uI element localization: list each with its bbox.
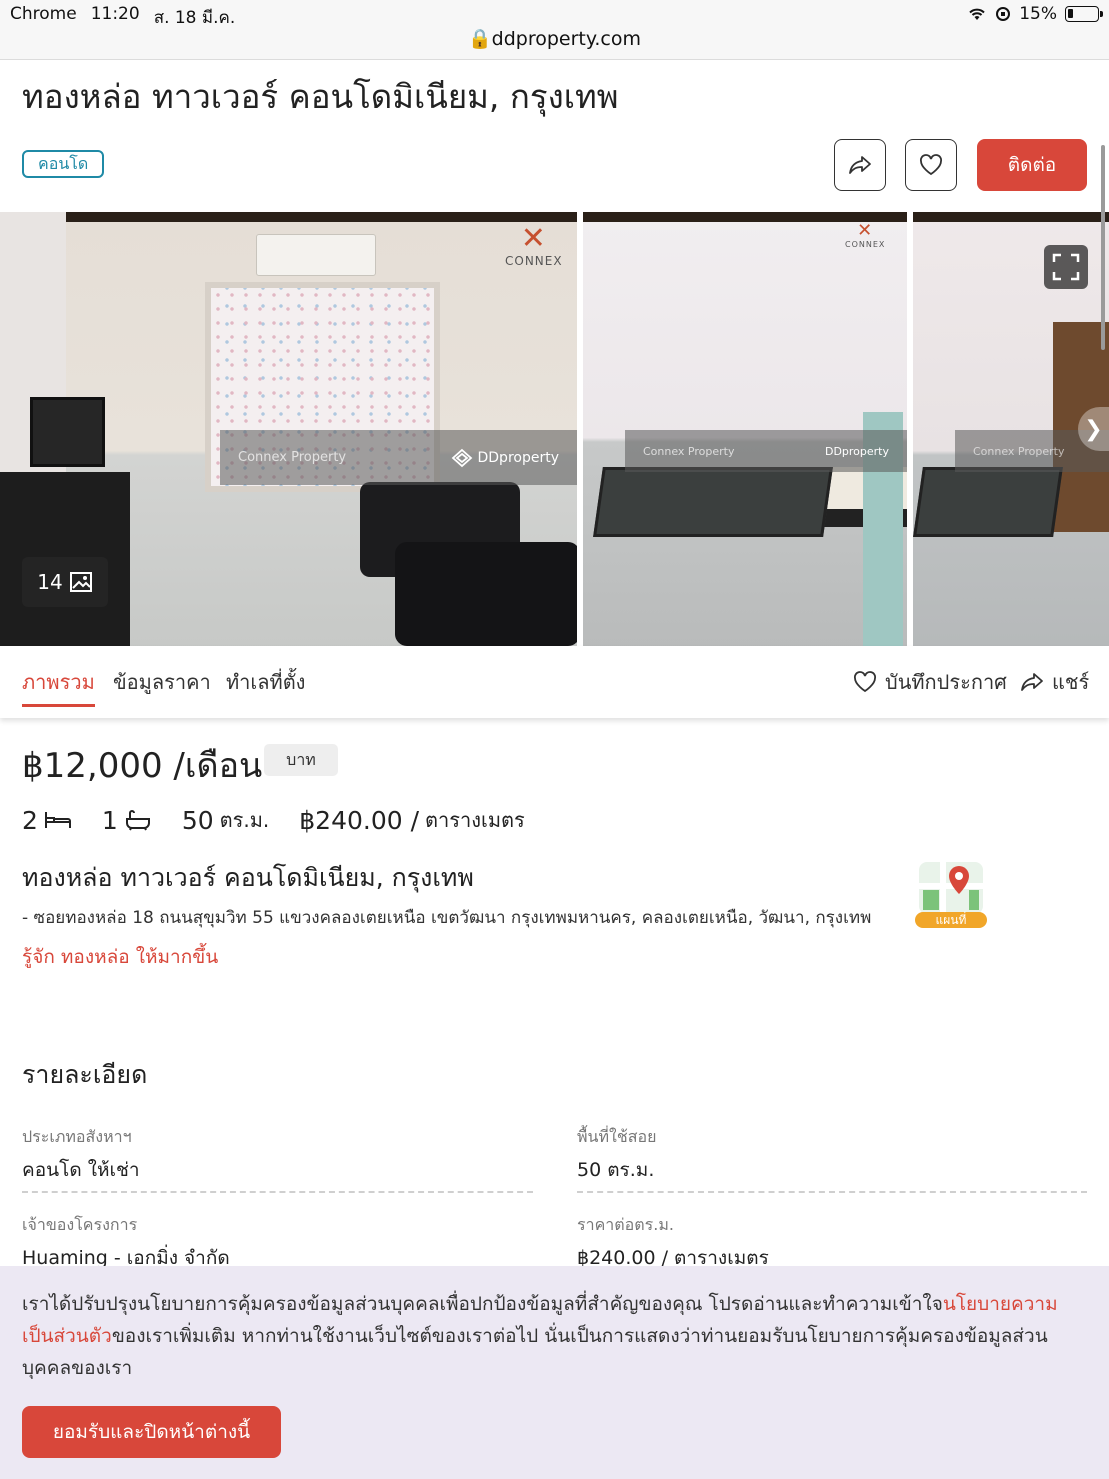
save-listing-button[interactable]: บันทึกประกาศ <box>853 666 1007 698</box>
favorite-button[interactable] <box>905 139 957 191</box>
property-type-tag: คอนโด <box>22 150 105 178</box>
rent-price: ฿12,000 /เดือน <box>22 746 263 786</box>
map-button[interactable]: แผนที่ <box>913 856 989 930</box>
address-title: ทองหล่อ ทาวเวอร์ คอนโดมิเนียม, กรุงเทพ <box>22 863 474 892</box>
details-heading: รายละเอียด <box>22 1060 148 1089</box>
privacy-notice-text: เราได้ปรับปรุงนโยบายการคุ้มครองข้อมูลส่ว… <box>22 1293 1058 1379</box>
bedroom-count: 2 <box>22 806 72 835</box>
detail-label-developer: เจ้าของโครงการ <box>22 1215 138 1234</box>
floor-area: 50 ตร.ม. <box>181 805 270 835</box>
orientation-lock-icon <box>996 7 1011 21</box>
connex-logo: ✕ CONNEX <box>845 220 886 250</box>
accept-close-button[interactable]: ยอมรับและปิดหน้าต่างนี้ <box>22 1406 281 1458</box>
bathtub-icon <box>125 810 150 831</box>
bathroom-count: 1 <box>102 806 152 835</box>
detail-value-type: คอนโด ให้เช่า <box>22 1159 140 1181</box>
tv <box>30 397 105 467</box>
watermark: Connex Property DDproperty <box>220 430 577 485</box>
detail-label-area: พื้นที่ใช้สอย <box>577 1127 657 1146</box>
divider <box>22 1191 533 1193</box>
battery-percent: 15% <box>1019 4 1057 24</box>
section-tabs: ภาพรวม ข้อมูลราคา ทำเลที่ตั้ง บันทึกประก… <box>0 646 1109 718</box>
scrollbar[interactable] <box>1101 145 1105 350</box>
ddproperty-logo-icon <box>451 448 472 467</box>
share-button[interactable] <box>834 139 886 191</box>
tab-overview[interactable]: ภาพรวม <box>22 666 95 707</box>
gallery-photo-main[interactable]: ✕ CONNEX Connex Property DDproperty 14 <box>0 212 577 646</box>
share-icon <box>849 156 871 174</box>
watermark: Connex Property DDproperty <box>625 430 907 472</box>
detail-value-area: 50 ตร.ม. <box>577 1159 655 1181</box>
lock-icon: 🔒 <box>467 28 492 50</box>
tab-location[interactable]: ทำเลที่ตั้ง <box>226 666 305 698</box>
air-conditioner <box>256 234 376 276</box>
browser-status-bar: Chrome 11:20 ส. 18 มี.ค. 15% 🔒ddproperty… <box>0 0 1109 60</box>
share-listing-button[interactable]: แชร์ <box>1020 666 1089 698</box>
photo-count-badge[interactable]: 14 <box>22 557 108 607</box>
map-label: แผนที่ <box>935 913 967 927</box>
detail-label-type: ประเภทอสังหาฯ <box>22 1127 132 1146</box>
chevron-right-icon: ❯ <box>1084 416 1103 442</box>
tab-price-info[interactable]: ข้อมูลราคา <box>113 666 211 698</box>
url-text: ddproperty.com <box>491 28 642 50</box>
privacy-cookie-banner: เราได้ปรับปรุงนโยบายการคุ้มครองข้อมูลส่ว… <box>0 1266 1109 1479</box>
wifi-icon <box>969 8 985 20</box>
share-icon <box>1021 673 1043 691</box>
gallery-photo-2[interactable]: ✕ CONNEX Connex Property DDproperty <box>583 212 907 646</box>
fullscreen-button[interactable] <box>1044 245 1088 289</box>
battery-icon <box>1065 6 1103 22</box>
expand-icon <box>1052 253 1080 281</box>
divider <box>577 1191 1087 1193</box>
contact-button[interactable]: ติดต่อ <box>977 139 1087 191</box>
listing-title: ทองหล่อ ทาวเวอร์ คอนโดมิเนียม, กรุงเทพ <box>22 77 619 116</box>
heart-icon <box>854 671 876 693</box>
address-text: - ซอยทองหล่อ 18 ถนนสุขุมวิท 55 แขวงคลองเ… <box>22 908 872 928</box>
connex-logo: ✕ CONNEX <box>505 221 563 269</box>
heart-icon <box>920 154 942 176</box>
photo-gallery[interactable]: ✕ CONNEX Connex Property DDproperty 14 ✕… <box>0 212 1109 646</box>
currency-selector[interactable]: บาท <box>264 744 338 776</box>
address-bar[interactable]: 🔒ddproperty.com <box>0 27 1109 50</box>
know-more-link[interactable]: รู้จัก ทองหล่อ ให้มากขึ้น <box>22 942 218 972</box>
property-specs: 2 1 50 ตร.ม. ฿240.00 /ตารางเมตร <box>22 804 555 836</box>
image-icon <box>69 572 92 592</box>
detail-label-price-sqm: ราคาต่อตร.ม. <box>577 1215 674 1234</box>
bed-icon <box>44 812 71 828</box>
price-per-sqm: ฿240.00 /ตารางเมตร <box>299 805 525 835</box>
